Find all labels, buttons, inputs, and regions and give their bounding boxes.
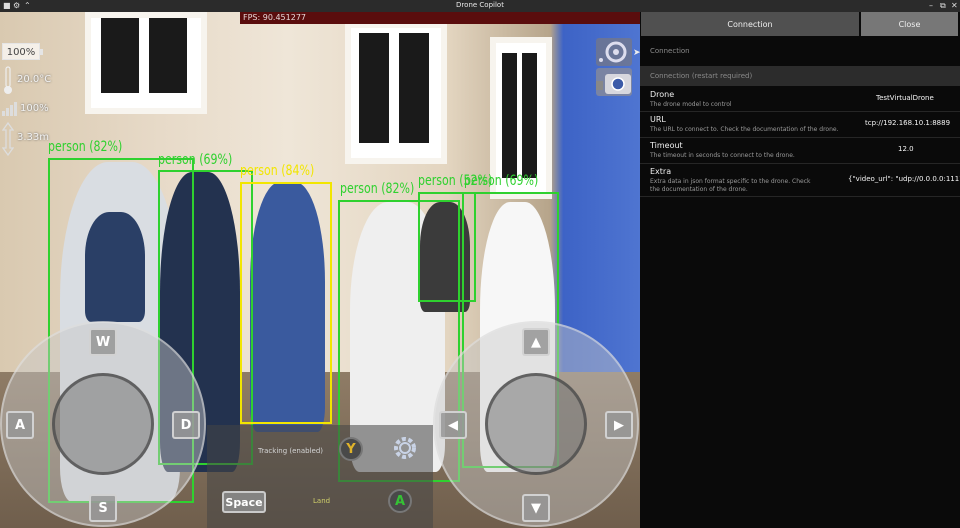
altitude-text: 3.33m — [17, 132, 50, 143]
land-label: Land — [313, 497, 331, 505]
setting-label: Extra — [650, 167, 672, 176]
close-icon[interactable]: ✕ — [951, 1, 958, 11]
building-window — [345, 22, 447, 164]
key-s[interactable]: S — [89, 494, 117, 522]
subsection-title: Connection (restart required) — [650, 72, 753, 80]
setting-value[interactable]: 12.0 — [898, 145, 960, 153]
camera-overlay-button[interactable] — [596, 68, 632, 96]
title-bar: ■ ⚙ ⌃ Drone Copilot – ⧉ ✕ — [0, 0, 960, 12]
key-d[interactable]: D — [172, 411, 200, 439]
subsection-header: Connection (restart required) — [640, 66, 960, 86]
arrow-up-key[interactable]: ▲ — [522, 328, 550, 356]
setting-value[interactable]: TestVirtualDrone — [876, 94, 960, 102]
detection-label: person (69%) — [464, 172, 539, 189]
tracking-status: Tracking (enabled) — [258, 447, 323, 455]
arrow-down-icon: ▼ — [531, 500, 541, 516]
section-title: Connection — [650, 47, 690, 55]
setting-label: Drone — [650, 90, 675, 99]
setting-label: Timeout — [650, 141, 683, 150]
arrow-up-icon: ▲ — [531, 334, 541, 350]
settings-overlay-button[interactable] — [596, 38, 632, 66]
arrow-right-key[interactable]: ▶ — [605, 411, 633, 439]
setting-description: The URL to connect to. Check the documen… — [650, 126, 839, 133]
thermometer-icon — [3, 66, 13, 96]
gear-icon — [394, 437, 416, 459]
arrow-left-key[interactable]: ◀ — [439, 411, 467, 439]
settings-panel: Connection Close Connection Connection (… — [640, 12, 960, 528]
fps-indicator: FPS: 90.451277 — [240, 12, 640, 24]
setting-value[interactable]: {"video_url": "udp://0.0.0.0:11111"} — [848, 175, 960, 183]
key-w[interactable]: W — [89, 328, 117, 356]
arrow-left-icon: ◀ — [448, 417, 458, 433]
tab-connection[interactable]: Connection — [641, 12, 859, 36]
detection-label: person (82%) — [340, 180, 415, 197]
window-title: Drone Copilot — [456, 1, 504, 9]
setting-label: URL — [650, 115, 666, 124]
right-joystick-thumb[interactable] — [485, 373, 587, 475]
setting-description: The drone model to control — [650, 101, 732, 108]
setting-row-drone[interactable]: Drone The drone model to control TestVir… — [640, 87, 960, 112]
building-window — [85, 12, 207, 114]
detection-box-tracked — [240, 182, 332, 424]
maximize-icon[interactable]: ⧉ — [940, 1, 946, 11]
space-key[interactable]: Space — [222, 491, 266, 513]
left-joystick-thumb[interactable] — [52, 373, 154, 475]
setting-value[interactable]: tcp://192.168.10.1:8889 — [865, 119, 960, 127]
detection-label: person (84%) — [240, 162, 315, 179]
key-a[interactable]: A — [6, 411, 34, 439]
settings-gear-button[interactable] — [391, 434, 419, 462]
detection-label: person (82%) — [48, 138, 123, 155]
signal-text: 100% — [20, 103, 49, 114]
battery-indicator: 100% — [2, 43, 43, 60]
setting-row-timeout[interactable]: Timeout The timeout in seconds to connec… — [640, 138, 960, 164]
setting-description: The timeout in seconds to connect to the… — [650, 152, 795, 159]
setting-row-extra[interactable]: Extra Extra data in json format specific… — [640, 164, 960, 197]
temperature-text: 20.0°C — [17, 74, 52, 85]
arrow-right-icon: ▶ — [614, 417, 624, 433]
y-button[interactable]: Y — [339, 437, 363, 461]
signal-icon — [2, 101, 18, 116]
setting-row-url[interactable]: URL The URL to connect to. Check the doc… — [640, 112, 960, 138]
close-button[interactable]: Close — [861, 12, 958, 36]
detection-label: person (69%) — [158, 151, 233, 168]
arrow-down-key[interactable]: ▼ — [522, 494, 550, 522]
minimize-icon[interactable]: – — [929, 1, 933, 11]
setting-description: Extra data in json format specific to th… — [650, 178, 811, 193]
altitude-icon — [1, 121, 15, 157]
a-button[interactable]: A — [388, 489, 412, 513]
